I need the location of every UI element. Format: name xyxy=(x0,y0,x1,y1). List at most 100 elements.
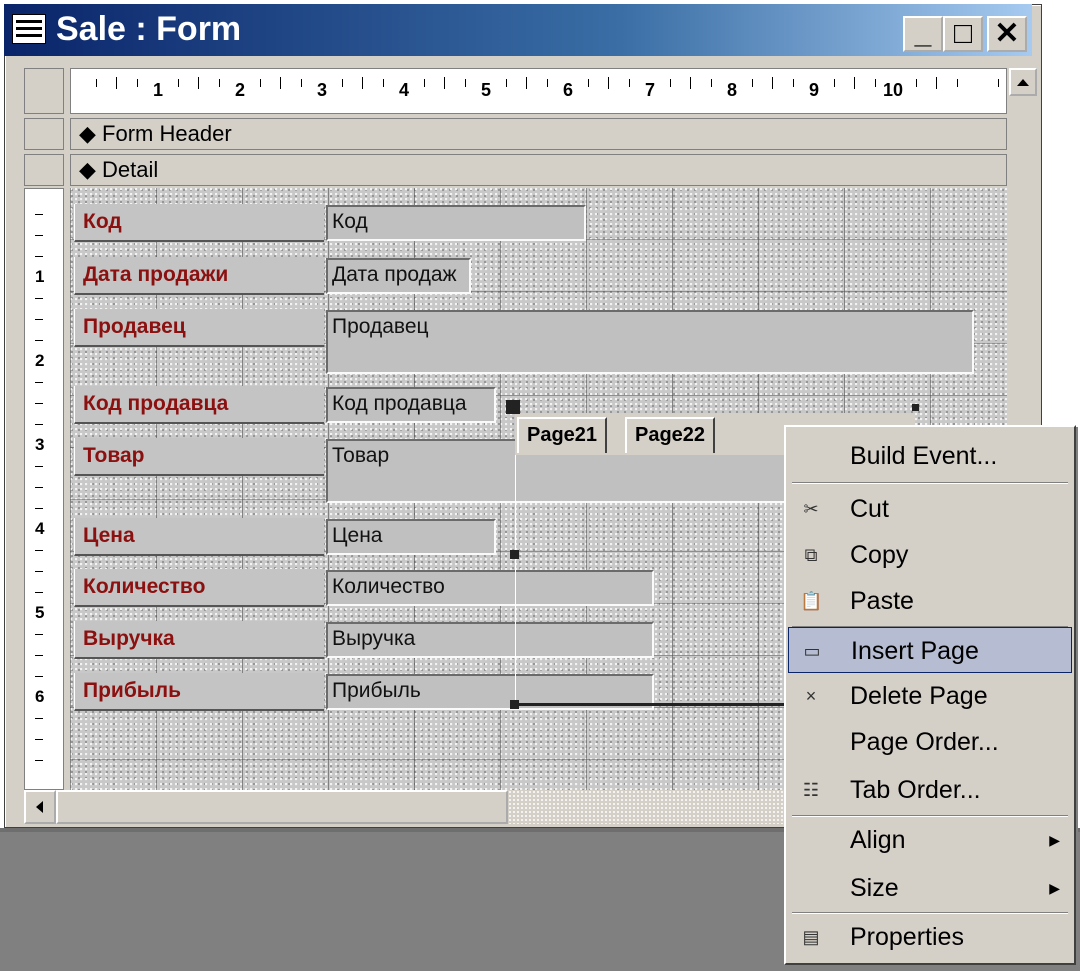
ruler-tick xyxy=(35,571,43,572)
scroll-thumb[interactable] xyxy=(56,790,508,824)
menu-item-copy[interactable]: ⧉ Copy xyxy=(788,532,1072,578)
ruler-tick xyxy=(35,466,43,467)
menu-item-paste[interactable]: 📋 Paste xyxy=(788,578,1072,624)
minimize-button[interactable]: _ xyxy=(903,16,943,52)
field-quantity[interactable]: Количество xyxy=(326,570,654,606)
horizontal-ruler[interactable]: 1 2 3 4 5 6 7 8 9 10 xyxy=(70,68,1007,114)
close-button[interactable]: ✕ xyxy=(987,16,1027,52)
menu-item-page-order[interactable]: Page Order... xyxy=(788,719,1072,765)
ruler-tick xyxy=(218,79,220,87)
label-sale-date[interactable]: Дата продажи xyxy=(74,257,324,295)
properties-icon: ▤ xyxy=(802,927,820,947)
ruler-tick xyxy=(833,79,835,87)
ruler-tick xyxy=(177,79,179,87)
ruler-tick xyxy=(751,79,753,87)
ruler-tick xyxy=(300,79,302,87)
resize-handle-bottom-left[interactable] xyxy=(510,700,519,709)
menu-item-size[interactable]: Size ▶ xyxy=(788,865,1072,911)
scissors-icon: ✂ xyxy=(803,499,819,519)
field-seller[interactable]: Продавец xyxy=(326,310,974,374)
context-menu: Build Event... ✂ Cut ⧉ Copy 📋 Paste ▭ In… xyxy=(784,425,1076,965)
ruler-tick xyxy=(362,77,363,89)
ruler-tick xyxy=(35,487,43,488)
scroll-up-button[interactable] xyxy=(1009,68,1037,96)
ruler-tick xyxy=(35,256,43,257)
ruler-tick xyxy=(35,214,43,215)
ruler-tick xyxy=(95,79,97,87)
ruler-number: 7 xyxy=(645,80,656,100)
menu-item-align[interactable]: Align ▶ xyxy=(788,817,1072,863)
tab-order-icon: ☷ xyxy=(802,780,820,800)
ruler-number: 4 xyxy=(35,519,45,538)
ruler-tick xyxy=(936,77,937,89)
field-sale-date[interactable]: Дата продаж xyxy=(326,258,471,294)
form-header-bar[interactable]: ◆ Form Header xyxy=(70,118,1007,150)
menu-item-insert-page[interactable]: ▭ Insert Page xyxy=(788,627,1072,673)
ruler-tick xyxy=(956,79,958,87)
label-price[interactable]: Цена xyxy=(74,518,324,556)
ruler-tick xyxy=(792,79,794,87)
ruler-corner[interactable] xyxy=(24,68,64,114)
label-revenue[interactable]: Выручка xyxy=(74,621,324,659)
label-seller[interactable]: Продавец xyxy=(74,309,324,347)
label-profit[interactable]: Прибыль xyxy=(74,673,324,711)
ruler-tick xyxy=(505,79,507,87)
move-handle[interactable] xyxy=(506,400,520,414)
field-seller-code[interactable]: Код продавца xyxy=(326,387,496,423)
ruler-tick xyxy=(341,79,343,87)
detail-bar[interactable]: ◆ Detail xyxy=(70,154,1007,186)
resize-handle-left[interactable] xyxy=(510,550,519,559)
ruler-tick xyxy=(710,79,712,87)
ruler-tick xyxy=(608,77,609,89)
ruler-number: 10 xyxy=(883,80,904,100)
menu-item-properties[interactable]: ▤ Properties xyxy=(788,914,1072,960)
ruler-tick xyxy=(35,550,43,551)
menu-item-delete-page[interactable]: × Delete Page xyxy=(788,673,1072,719)
field-kod[interactable]: Код xyxy=(326,205,586,241)
menu-item-cut[interactable]: ✂ Cut xyxy=(788,486,1072,532)
menu-item-build-event[interactable]: Build Event... xyxy=(788,433,1072,479)
ruler-tick xyxy=(35,403,43,404)
ruler-tick xyxy=(874,79,876,87)
ruler-tick xyxy=(35,739,43,740)
ruler-number: 4 xyxy=(399,80,410,100)
label-product[interactable]: Товар xyxy=(74,438,324,476)
ruler-tick xyxy=(854,77,855,89)
ruler-tick xyxy=(35,634,43,635)
label-quantity[interactable]: Количество xyxy=(74,569,324,607)
ruler-tick xyxy=(35,655,43,656)
ruler-tick xyxy=(382,79,384,87)
ruler-tick xyxy=(35,298,43,299)
ruler-tick xyxy=(280,77,281,89)
ruler-tick xyxy=(35,319,43,320)
scroll-left-button[interactable] xyxy=(24,790,56,824)
tab-page22[interactable]: Page22 xyxy=(625,417,716,453)
section-arrow-icon: ◆ xyxy=(79,157,96,182)
section-arrow-icon: ◆ xyxy=(79,121,96,146)
ruler-number: 6 xyxy=(35,687,45,706)
label-kod[interactable]: Код xyxy=(74,204,324,242)
tab-page21[interactable]: Page21 xyxy=(517,417,608,453)
ruler-tick xyxy=(772,77,773,89)
ruler-number: 3 xyxy=(317,80,328,100)
maximize-button[interactable]: □ xyxy=(943,16,983,52)
ruler-tick xyxy=(35,676,43,677)
label-seller-code[interactable]: Код продавца xyxy=(74,386,324,424)
ruler-tick xyxy=(35,382,43,383)
paste-icon: 📋 xyxy=(800,591,823,611)
ruler-number: 9 xyxy=(809,80,820,100)
ruler-tick xyxy=(116,77,117,89)
field-revenue[interactable]: Выручка xyxy=(326,622,654,658)
resize-handle-top-right[interactable] xyxy=(912,404,919,411)
vertical-ruler[interactable]: 1 2 3 4 5 6 xyxy=(24,188,64,845)
ruler-tick xyxy=(444,77,445,89)
ruler-tick xyxy=(546,79,548,87)
ruler-number: 3 xyxy=(35,435,45,454)
ruler-number: 2 xyxy=(235,80,246,100)
detail-selector[interactable] xyxy=(24,154,64,186)
menu-item-tab-order[interactable]: ☷ Tab Order... xyxy=(788,767,1072,813)
title-bar[interactable]: Sale : Form _ □ ✕ xyxy=(4,4,1032,56)
field-price[interactable]: Цена xyxy=(326,519,496,555)
header-selector[interactable] xyxy=(24,118,64,150)
ruler-number: 8 xyxy=(727,80,738,100)
